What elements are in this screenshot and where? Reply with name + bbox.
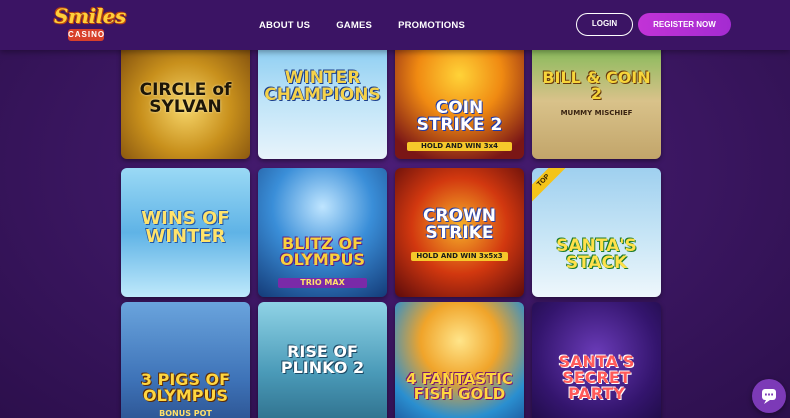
game-subtitle: HOLD AND WIN 3x4	[407, 142, 512, 151]
logo-wordmark: Smiles	[54, 4, 126, 28]
game-tile-wins-of-winter[interactable]: WINS OF WINTER	[121, 168, 250, 297]
chat-button[interactable]	[752, 379, 786, 413]
game-tile-santas-secret-party[interactable]: SANTA'S SECRET PARTY	[532, 302, 661, 418]
game-tile-santas-stack[interactable]: SANTA'S STACK TOP	[532, 168, 661, 297]
games-grid: CIRCLE of SYLVAN WINTER CHAMPIONS COIN S…	[121, 30, 661, 418]
game-title: WINS OF WINTER	[141, 208, 230, 247]
game-tile-4-fantastic-fish-gold[interactable]: 4 FANTASTIC FISH GOLD	[395, 302, 524, 418]
game-title: CIRCLE of SYLVAN	[139, 80, 232, 117]
main-nav: ABOUT US GAMES PROMOTIONS	[259, 0, 465, 50]
header: Smiles CASINO ABOUT US GAMES PROMOTIONS …	[0, 0, 790, 50]
game-subtitle: BONUS POT	[159, 409, 212, 418]
login-button[interactable]: LOGIN	[576, 13, 633, 36]
game-title: BLITZ OF OLYMPUS	[279, 234, 366, 269]
game-title: CROWN STRIKE	[423, 206, 496, 243]
logo[interactable]: Smiles CASINO	[54, 4, 126, 44]
game-tile-3-pigs-of-olympus[interactable]: 3 PIGS OF OLYMPUS BONUS POT	[121, 302, 250, 418]
game-title: WINTER CHAMPIONS	[264, 68, 381, 105]
game-title: 4 FANTASTIC FISH GOLD	[406, 370, 513, 403]
nav-promotions[interactable]: PROMOTIONS	[398, 20, 465, 31]
game-subtitle: TRIO MAX	[278, 278, 367, 288]
chat-bubble-icon	[762, 389, 776, 404]
game-title: RISE OF PLINKO 2	[280, 342, 365, 377]
game-subtitle: HOLD AND WIN 3x5x3	[411, 252, 508, 261]
nav-about-us[interactable]: ABOUT US	[259, 20, 310, 31]
game-tile-rise-of-plinko-2[interactable]: RISE OF PLINKO 2	[258, 302, 387, 418]
game-thumbnail	[532, 168, 661, 297]
nav-games[interactable]: GAMES	[336, 20, 372, 31]
game-title: 3 PIGS OF OLYMPUS	[140, 370, 231, 405]
game-tile-blitz-of-olympus[interactable]: BLITZ OF OLYMPUS TRIO MAX	[258, 168, 387, 297]
game-title: SANTA'S STACK	[556, 236, 637, 273]
game-title: SANTA'S SECRET PARTY	[558, 352, 635, 403]
logo-subtitle: CASINO	[68, 29, 106, 41]
game-title: BILL & COIN 2	[542, 68, 651, 103]
game-subtitle: MUMMY MISCHIEF	[560, 109, 633, 117]
page: Smiles CASINO ABOUT US GAMES PROMOTIONS …	[0, 0, 790, 418]
game-title: COIN STRIKE 2	[416, 98, 503, 135]
game-tile-crown-strike[interactable]: CROWN STRIKE HOLD AND WIN 3x5x3	[395, 168, 524, 297]
register-button[interactable]: REGISTER NOW	[638, 13, 731, 36]
